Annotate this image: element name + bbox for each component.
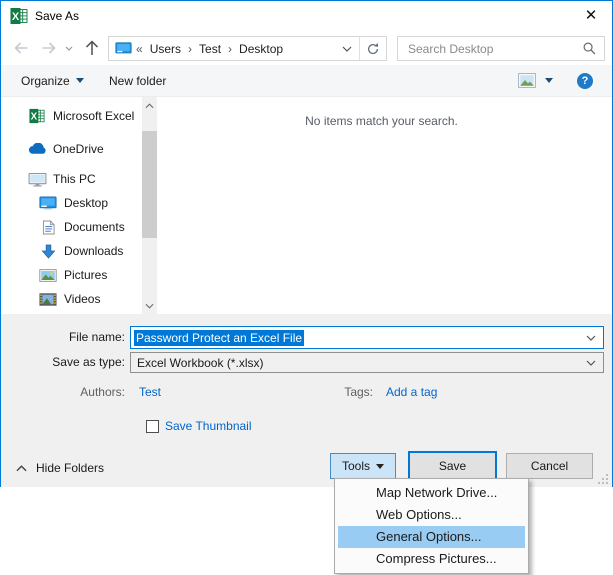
search-icon[interactable]	[582, 41, 597, 56]
sidebar-item-label: Videos	[64, 292, 100, 306]
organize-button[interactable]: Organize	[21, 65, 84, 96]
tools-button-label: Tools	[342, 459, 370, 473]
documents-icon	[38, 220, 58, 235]
scrollbar-up-icon[interactable]	[142, 97, 157, 114]
sidebar-item-desktop[interactable]: Desktop	[38, 191, 178, 215]
navigation-bar: « Users › Test › Desktop	[1, 31, 612, 65]
view-mode-icon[interactable]	[518, 73, 536, 88]
svg-text:X: X	[12, 11, 20, 23]
authors-value-link[interactable]: Test	[139, 385, 161, 399]
excel-icon: X	[27, 108, 47, 124]
save-button[interactable]: Save	[408, 451, 497, 480]
menu-item-web-options[interactable]: Web Options...	[338, 504, 525, 526]
sidebar-item-pictures[interactable]: Pictures	[38, 263, 178, 287]
sidebar-item-label: Downloads	[64, 244, 123, 258]
sidebar-item-label: OneDrive	[53, 142, 104, 156]
cancel-button-label: Cancel	[531, 459, 568, 473]
back-button[interactable]	[12, 40, 30, 56]
scrollbar-down-icon[interactable]	[142, 297, 157, 314]
pictures-icon	[38, 269, 58, 282]
bottom-panel: File name: Password Protect an Excel Fil…	[1, 314, 612, 487]
breadcrumb-overflow-chevrons[interactable]: «	[136, 42, 143, 56]
breadcrumb-item-test[interactable]: Test	[196, 42, 224, 56]
breadcrumb-item-desktop[interactable]: Desktop	[236, 42, 286, 56]
address-dropdown-chevron-icon[interactable]	[335, 46, 359, 52]
excel-app-icon: X	[10, 7, 28, 25]
menu-item-map-network-drive[interactable]: Map Network Drive...	[338, 482, 525, 504]
screen: X Save As ✕	[0, 0, 613, 575]
sidebar-item-label: Pictures	[64, 268, 107, 282]
sidebar-item-label: Documents	[64, 220, 125, 234]
svg-text:X: X	[31, 112, 38, 123]
downloads-icon	[38, 244, 58, 259]
refresh-button[interactable]	[359, 37, 386, 60]
forward-button[interactable]	[40, 40, 58, 56]
help-button[interactable]: ?	[577, 73, 593, 89]
chevron-down-icon[interactable]	[586, 360, 596, 366]
search-box[interactable]	[397, 36, 605, 61]
tools-button[interactable]: Tools	[330, 453, 396, 479]
hide-folders-label: Hide Folders	[36, 461, 104, 475]
sidebar-item-videos[interactable]: Videos	[38, 287, 178, 311]
sidebar-item-label: Desktop	[64, 196, 108, 210]
onedrive-icon	[27, 143, 47, 155]
breadcrumb-separator-icon[interactable]: ›	[188, 42, 192, 56]
tags-label: Tags:	[281, 385, 373, 399]
title-bar[interactable]: X Save As ✕	[1, 1, 612, 31]
window-title: Save As	[35, 9, 79, 23]
scrollbar-thumb[interactable]	[142, 131, 157, 238]
close-button[interactable]: ✕	[582, 7, 600, 25]
menu-item-general-options[interactable]: General Options...	[338, 526, 525, 548]
save-as-type-label: Save as type:	[1, 355, 125, 369]
file-name-value[interactable]: Password Protect an Excel File	[134, 330, 304, 346]
desktop-icon	[38, 196, 58, 210]
desktop-location-icon	[115, 42, 132, 55]
breadcrumb-separator-icon[interactable]: ›	[228, 42, 232, 56]
sidebar-scrollbar[interactable]	[142, 97, 157, 314]
content-area: X Microsoft Excel OneDrive	[1, 97, 612, 314]
breadcrumb[interactable]: « Users › Test › Desktop	[108, 36, 387, 61]
save-as-type-value: Excel Workbook (*.xlsx)	[137, 356, 263, 370]
sidebar-item-downloads[interactable]: Downloads	[38, 239, 178, 263]
chevron-down-icon	[76, 78, 84, 83]
menu-item-compress-pictures[interactable]: Compress Pictures...	[338, 548, 525, 570]
this-pc-icon	[27, 172, 47, 187]
videos-icon	[38, 293, 58, 306]
cancel-button[interactable]: Cancel	[506, 453, 593, 479]
file-name-label: File name:	[1, 330, 125, 344]
empty-results-message: No items match your search.	[161, 114, 602, 128]
save-as-type-combobox[interactable]: Excel Workbook (*.xlsx)	[130, 352, 604, 373]
save-thumbnail-checkbox[interactable]	[146, 420, 159, 433]
chevron-down-icon[interactable]	[586, 335, 596, 341]
command-bar: Organize New folder ?	[1, 65, 612, 97]
resize-grip[interactable]	[598, 474, 608, 484]
authors-label: Authors:	[1, 385, 125, 399]
recent-locations-chevron-icon[interactable]	[65, 46, 73, 51]
sidebar-item-label: Microsoft Excel	[53, 109, 134, 123]
save-thumbnail-label[interactable]: Save Thumbnail	[165, 419, 252, 433]
save-as-dialog: X Save As ✕	[0, 0, 613, 487]
view-mode-chevron-icon[interactable]	[545, 78, 553, 83]
breadcrumb-item-users[interactable]: Users	[147, 42, 184, 56]
chevron-down-icon	[376, 464, 384, 469]
save-button-label: Save	[439, 459, 466, 473]
organize-label: Organize	[21, 74, 70, 88]
new-folder-button[interactable]: New folder	[109, 65, 166, 96]
sidebar-item-documents[interactable]: Documents	[38, 215, 178, 239]
add-a-tag-link[interactable]: Add a tag	[386, 385, 437, 399]
file-name-combobox[interactable]: Password Protect an Excel File	[130, 326, 604, 349]
sidebar-item-label: This PC	[53, 172, 96, 186]
chevron-up-icon	[16, 465, 27, 472]
up-button[interactable]	[85, 39, 99, 56]
tools-dropdown-menu: Map Network Drive... Web Options... Gene…	[334, 478, 529, 574]
hide-folders-button[interactable]: Hide Folders	[16, 461, 104, 475]
new-folder-label: New folder	[109, 74, 166, 88]
search-input[interactable]	[406, 41, 582, 57]
